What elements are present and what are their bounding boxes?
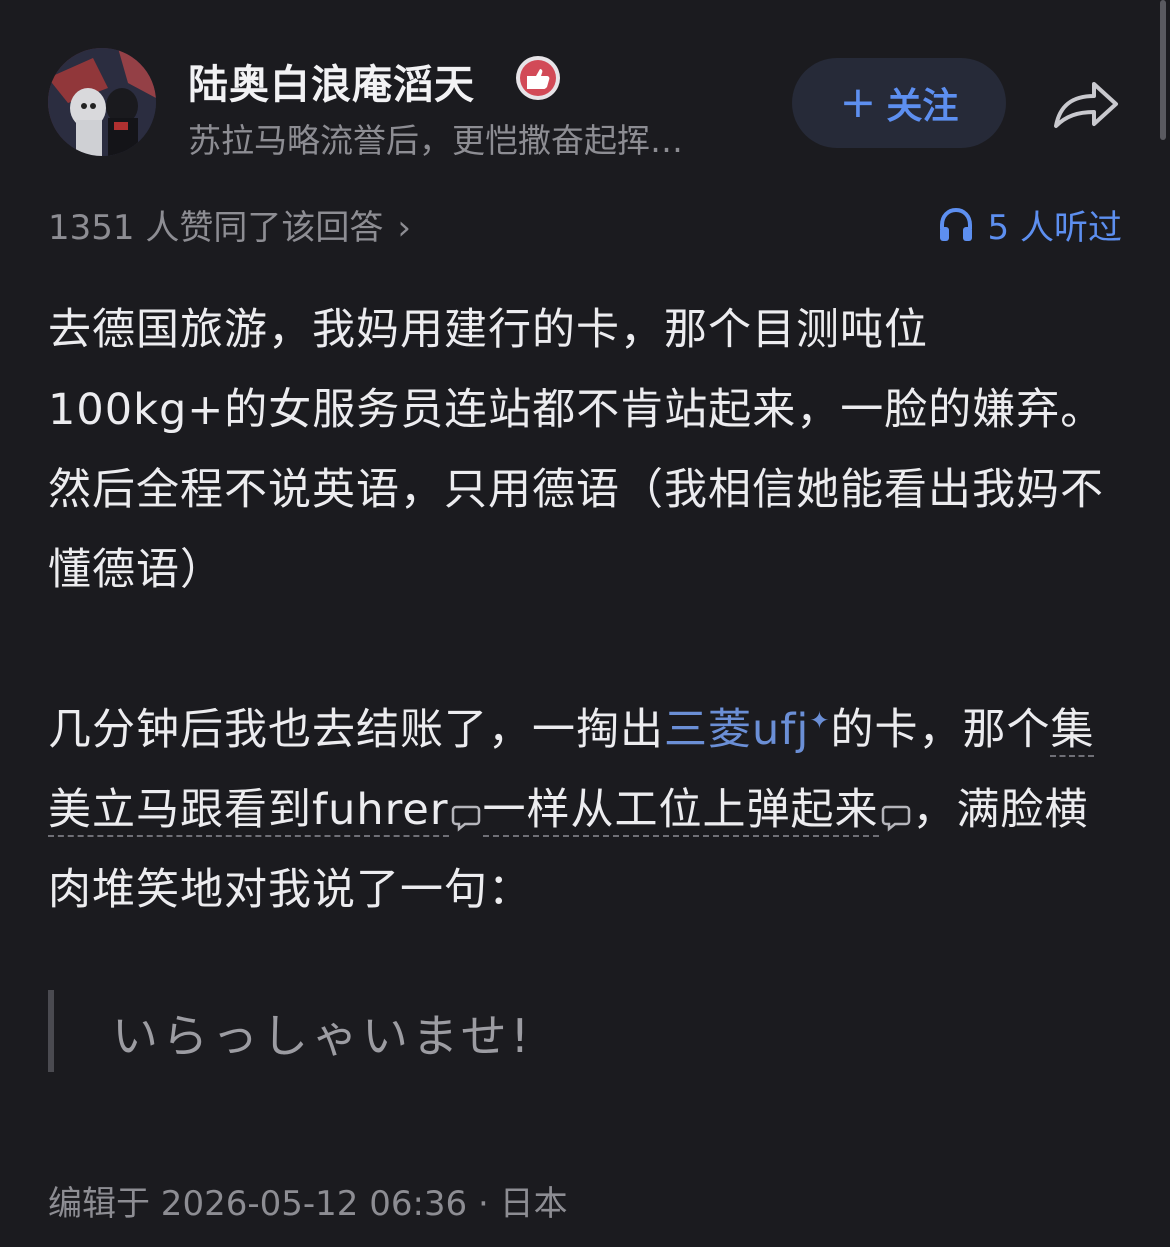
search-keyword-link[interactable]: 三菱ufj: [664, 705, 809, 755]
follow-label: 关注: [886, 86, 959, 127]
thumbs-up-badge-icon: [516, 56, 560, 100]
plus-icon: +: [839, 77, 877, 128]
listen-count-text: 5 人听过: [987, 208, 1122, 248]
paragraph-2-text-1: 几分钟后我也去结账了，一掏出: [48, 705, 664, 755]
listen-count[interactable]: 5 人听过: [936, 200, 1122, 249]
sparkle-icon: ✦: [809, 706, 831, 735]
comment-bubble-icon[interactable]: [451, 804, 481, 832]
scrollbar[interactable]: [1160, 0, 1166, 140]
edit-meta: 编辑于 2026-05-12 06:36 · 日本: [48, 1184, 568, 1224]
avatar-image: [48, 48, 156, 156]
quote-text: いらっしゃいませ!: [112, 1009, 534, 1063]
chevron-right-icon: ›: [397, 208, 411, 248]
upvote-count-link[interactable]: 1351 人赞同了该回答 ›: [48, 200, 411, 249]
author-name[interactable]: 陆奥白浪庵滔天: [188, 52, 475, 110]
blockquote: いらっしゃいませ!: [48, 990, 1054, 1072]
comment-bubble-icon[interactable]: [881, 804, 911, 832]
follow-button[interactable]: + 关注: [792, 58, 1006, 148]
paragraph-2: 几分钟后我也去结账了，一掏出三菱ufj✦的卡，那个集美立马跟看到fuhrer 一样…: [48, 690, 1128, 930]
share-arrow-icon[interactable]: [1050, 74, 1122, 134]
upvote-count-text: 1351 人赞同了该回答: [48, 208, 384, 248]
annotated-phrase-2[interactable]: 一样从工位上弹起来: [482, 785, 879, 837]
answer-body: 去德国旅游，我妈用建行的卡，那个目测吨位100kg+的女服务员连站都不肯站起来，…: [48, 290, 1128, 930]
paragraph-1: 去德国旅游，我妈用建行的卡，那个目测吨位100kg+的女服务员连站都不肯站起来，…: [48, 305, 1105, 595]
headphone-icon: [939, 207, 972, 241]
avatar[interactable]: [48, 48, 156, 156]
author-header: 陆奥白浪庵滔天 苏拉马略流誉后，更恺撒奋起挥… + 关注: [48, 48, 1128, 160]
author-bio: 苏拉马略流誉后，更恺撒奋起挥…: [188, 121, 683, 160]
paragraph-2-text-2: 的卡，那个: [830, 705, 1051, 755]
stats-row: 1351 人赞同了该回答 › 5 人听过: [48, 200, 1122, 250]
